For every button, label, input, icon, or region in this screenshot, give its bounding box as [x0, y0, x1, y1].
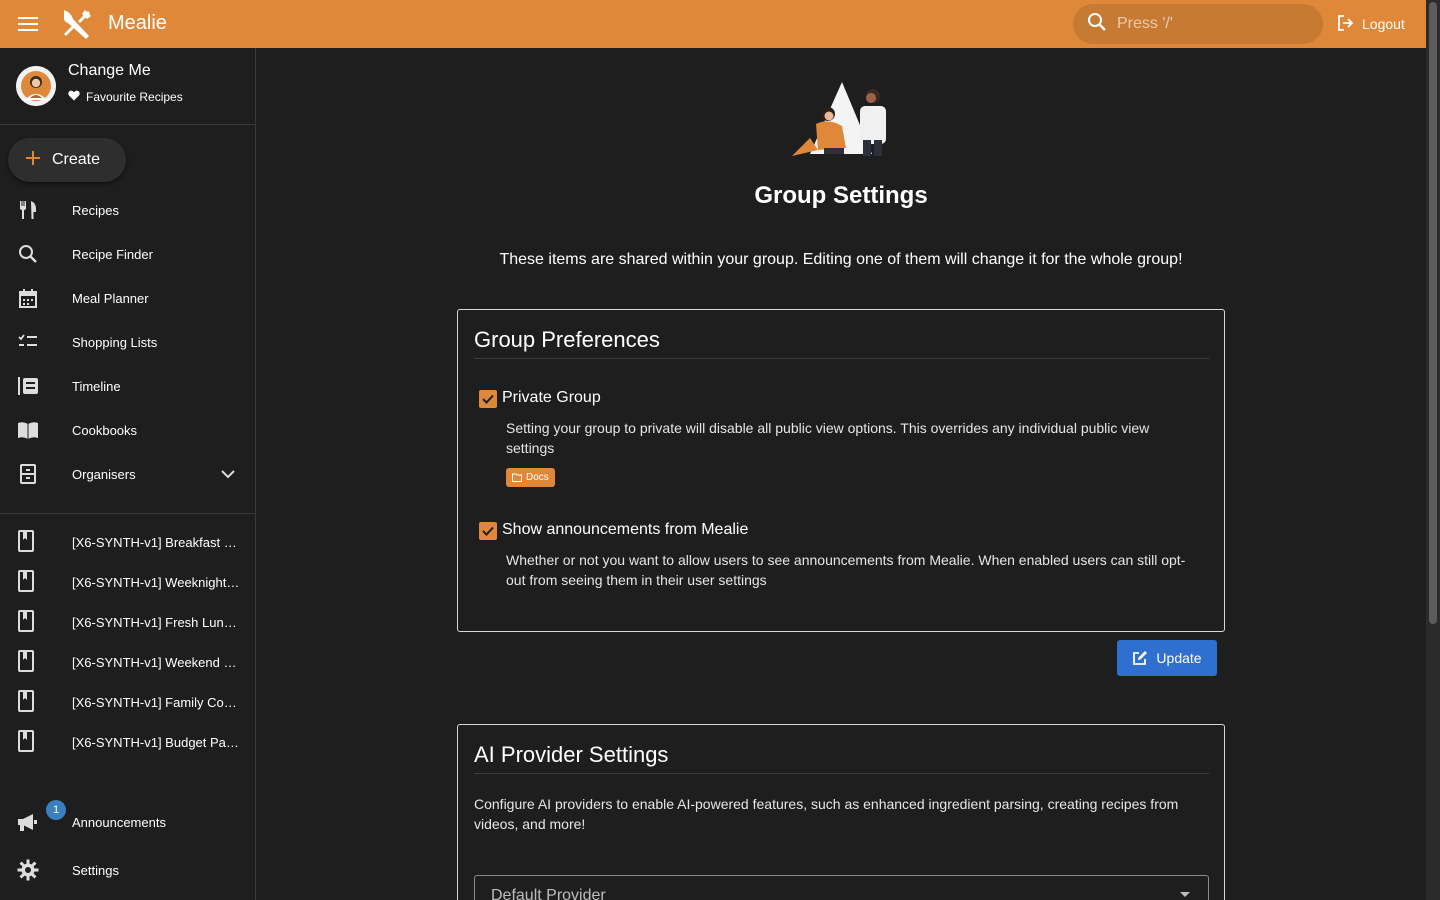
logout-icon — [1336, 14, 1354, 35]
sidebar-item-label: Recipes — [72, 202, 119, 218]
sidebar-item-label: Announcements — [72, 814, 166, 830]
sidebar-cookbook-item[interactable]: [X6-SYNTH-v1] Budget Pantry — [0, 722, 255, 762]
search-icon — [16, 242, 40, 266]
default-provider-select[interactable]: Default Provider — [474, 875, 1209, 900]
group-illustration — [788, 78, 892, 160]
fork-knife-icon[interactable] — [58, 6, 94, 42]
card-divider — [474, 773, 1209, 774]
sidebar-item-label: Organisers — [72, 466, 136, 482]
top-app-bar: Mealie Logout — [0, 0, 1426, 48]
logout-button[interactable]: Logout — [1332, 8, 1409, 40]
private-group-label[interactable]: Private Group — [502, 389, 601, 407]
checkmark-icon — [482, 526, 494, 536]
folder-icon — [512, 473, 522, 482]
sidebar-divider — [0, 513, 255, 514]
ai-provider-description: Configure AI providers to enable AI-powe… — [474, 796, 1179, 832]
update-button[interactable]: Update — [1117, 640, 1217, 676]
sidebar-item-label: Shopping Lists — [72, 334, 158, 350]
file-cabinet-icon — [16, 462, 40, 486]
search-box[interactable] — [1073, 4, 1323, 44]
create-label: Create — [52, 151, 101, 168]
sidebar-item-cookbooks[interactable]: Cookbooks — [0, 408, 255, 452]
gear-icon — [16, 858, 40, 882]
update-label: Update — [1156, 650, 1202, 666]
sidebar: Change Me Favourite Recipes Create Recip… — [0, 48, 256, 900]
user-block: Change Me Favourite Recipes — [0, 48, 255, 125]
sidebar-item-label: Timeline — [72, 378, 121, 394]
timeline-icon — [16, 374, 40, 398]
megaphone-icon: 1 — [16, 800, 66, 834]
sidebar-cookbook-item[interactable]: [X6-SYNTH-v1] Breakfast Favourites — [0, 522, 255, 562]
cookbook-label: [X6-SYNTH-v1] Weekend Bakes — [72, 654, 240, 670]
sidebar-cookbook-item[interactable]: [X6-SYNTH-v1] Weeknight Dinners — [0, 562, 255, 602]
sidebar-item-label: Cookbooks — [72, 422, 138, 438]
sidebar-item-announcements[interactable]: 1 Announcements — [0, 800, 255, 844]
sidebar-item-timeline[interactable]: Timeline — [0, 364, 255, 408]
card-divider — [474, 358, 1209, 359]
favourite-recipes-label: Favourite Recipes — [86, 90, 183, 104]
cookbook-label: [X6-SYNTH-v1] Breakfast Favourites — [72, 534, 240, 550]
hamburger-menu-icon[interactable] — [10, 6, 46, 42]
default-provider-label: Default Provider — [491, 886, 606, 900]
silverware-icon — [16, 198, 40, 222]
favourite-recipes-link[interactable]: Favourite Recipes — [68, 90, 183, 104]
search-input[interactable] — [1117, 15, 1307, 33]
sidebar-cookbook-item[interactable]: [X6-SYNTH-v1] Family Comfort — [0, 682, 255, 722]
bookmark-book-icon — [16, 690, 40, 714]
ai-provider-settings-card: AI Provider Settings Configure AI provid… — [457, 724, 1225, 900]
sidebar-cookbook-item[interactable]: [X6-SYNTH-v1] Weekend Bakes — [0, 642, 255, 682]
page-description: These items are shared within your group… — [499, 251, 1183, 268]
bookmark-book-icon — [16, 530, 40, 554]
sidebar-item-meal-planner[interactable]: Meal Planner — [0, 276, 255, 320]
card-title: Group Preferences — [474, 327, 660, 352]
sidebar-item-label: Meal Planner — [72, 290, 149, 306]
sidebar-item-label: Settings — [72, 862, 119, 878]
card-title: AI Provider Settings — [474, 742, 669, 767]
sidebar-item-recipes[interactable]: Recipes — [0, 188, 255, 232]
sidebar-item-organisers[interactable]: Organisers — [0, 452, 255, 496]
book-open-icon — [16, 418, 40, 442]
plus-icon — [26, 150, 40, 170]
private-group-checkbox[interactable] — [479, 390, 497, 408]
scrollbar-thumb[interactable] — [1429, 2, 1437, 624]
bookmark-book-icon — [16, 730, 40, 754]
bookmark-book-icon — [16, 610, 40, 634]
app-title[interactable]: Mealie — [108, 12, 167, 35]
checkmark-icon — [482, 394, 494, 404]
show-announcements-checkbox[interactable] — [479, 522, 497, 540]
sidebar-item-settings[interactable]: Settings — [0, 848, 255, 892]
checklist-icon — [16, 330, 40, 354]
page-title: Group Settings — [754, 182, 928, 209]
create-button[interactable]: Create — [8, 138, 126, 182]
private-group-description: Setting your group to private will disab… — [506, 420, 1150, 456]
group-preferences-card: Group Preferences Private Group Setting … — [457, 309, 1225, 632]
sidebar-item-shopping-lists[interactable]: Shopping Lists — [0, 320, 255, 364]
cookbook-label: [X6-SYNTH-v1] Weeknight Dinners — [72, 574, 240, 590]
bookmark-book-icon — [16, 570, 40, 594]
logout-label: Logout — [1362, 16, 1405, 32]
docs-link[interactable]: Docs — [506, 468, 555, 487]
sidebar-item-recipe-finder[interactable]: Recipe Finder — [0, 232, 255, 276]
show-announcements-description: Whether or not you want to allow users t… — [506, 552, 1186, 588]
chevron-down-icon[interactable] — [216, 462, 240, 486]
sidebar-item-label: Recipe Finder — [72, 246, 153, 262]
dropdown-caret-icon — [1180, 892, 1190, 897]
edit-square-icon — [1133, 651, 1148, 665]
announcement-count-badge: 1 — [46, 800, 66, 820]
cookbook-label: [X6-SYNTH-v1] Family Comfort — [72, 694, 240, 710]
cookbook-label: [X6-SYNTH-v1] Fresh Lunches — [72, 614, 240, 630]
docs-label: Docs — [526, 472, 549, 483]
avatar[interactable] — [16, 66, 56, 106]
cookbook-label: [X6-SYNTH-v1] Budget Pantry — [72, 734, 240, 750]
calendar-icon — [16, 286, 40, 310]
user-name: Change Me — [68, 62, 151, 79]
bookmark-book-icon — [16, 650, 40, 674]
show-announcements-label[interactable]: Show announcements from Mealie — [502, 521, 748, 539]
sidebar-cookbook-item[interactable]: [X6-SYNTH-v1] Fresh Lunches — [0, 602, 255, 642]
search-icon — [1087, 12, 1107, 37]
heart-icon — [68, 90, 80, 104]
